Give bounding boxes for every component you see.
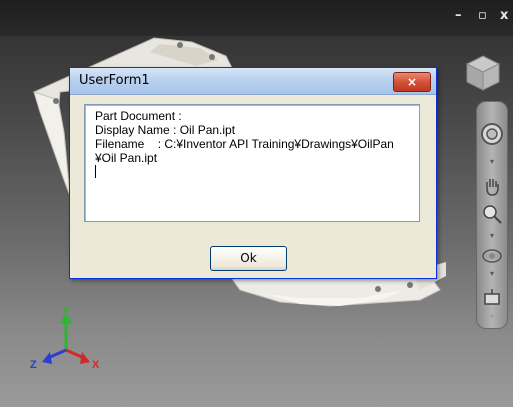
axis-triad: Y X Z <box>30 305 100 371</box>
zoom-icon[interactable] <box>480 202 504 226</box>
minimize-button[interactable]: – <box>455 8 462 23</box>
z-axis-label: Z <box>30 359 37 371</box>
orbit-icon[interactable] <box>480 244 504 268</box>
steering-dropdown-icon[interactable]: ▾ <box>489 158 495 166</box>
userform-dialog: UserForm1 × Part Document : Display Name… <box>69 67 437 279</box>
text-caret <box>95 165 96 178</box>
zoom-dropdown-icon[interactable]: ▾ <box>489 232 495 240</box>
x-axis-arrow <box>80 352 90 364</box>
z-axis-arrow <box>42 352 52 364</box>
dialog-close-button[interactable]: × <box>393 72 431 92</box>
y-axis-label: Y <box>62 305 70 317</box>
pan-hand-icon[interactable] <box>480 174 504 198</box>
textbox-line: Filename : C:¥Inventor API Training¥Draw… <box>95 137 394 151</box>
close-window-button[interactable]: x <box>500 8 508 23</box>
textbox-line: Display Name : Oil Pan.ipt <box>95 123 236 137</box>
document-info-textbox[interactable]: Part Document : Display Name : Oil Pan.i… <box>84 104 420 222</box>
navbar-options-icon[interactable]: ◦ <box>489 313 495 321</box>
restore-button[interactable]: ▫ <box>478 8 487 23</box>
dialog-titlebar[interactable]: UserForm1 × <box>70 68 436 95</box>
viewcube-icon[interactable] <box>463 52 503 92</box>
ok-button[interactable]: Ok <box>210 246 287 271</box>
steering-wheel-icon[interactable] <box>480 122 504 146</box>
navigation-bar: ▾ ▾ ▾ ◦ <box>476 101 508 329</box>
orbit-dropdown-icon[interactable]: ▾ <box>489 270 495 278</box>
textbox-line: ¥Oil Pan.ipt <box>95 151 158 165</box>
dialog-title: UserForm1 <box>79 73 150 88</box>
x-axis-label: X <box>92 359 100 371</box>
look-at-icon[interactable] <box>480 286 504 310</box>
textbox-line: Part Document : <box>95 109 182 123</box>
